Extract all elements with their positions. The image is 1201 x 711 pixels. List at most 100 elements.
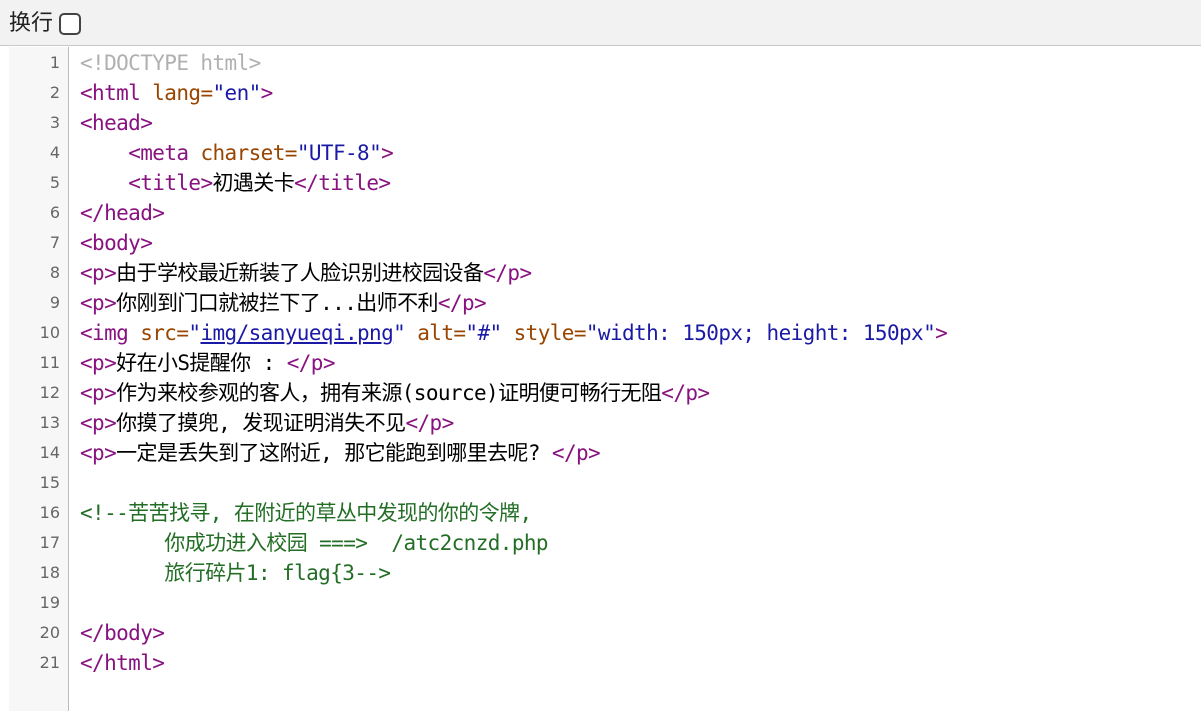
line-number: 14 <box>39 443 60 462</box>
code-comment: 你成功进入校园 ===> /atc2cnzd.php <box>80 531 548 555</box>
line-number: 5 <box>49 173 60 192</box>
code-attr: alt= <box>405 321 466 345</box>
source-line: 14 <p>一定是丢失到了这附近, 那它能跑到哪里去呢? </p> <box>0 438 1201 468</box>
code-tag: <p> <box>80 351 117 375</box>
line-code: <html lang="en"> <box>80 78 273 108</box>
line-number: 1 <box>49 53 60 72</box>
line-code: <p>由于学校最近新装了人脸识别进校园设备</p> <box>80 258 532 288</box>
source-line: 20 </body> <box>0 618 1201 648</box>
line-code: <!DOCTYPE html> <box>80 48 261 78</box>
line-code: <p>你摸了摸兜, 发现证明消失不见</p> <box>80 408 454 438</box>
source-line: 18 旅行碎片1: flag{3--> <box>0 558 1201 588</box>
source-line: 11 <p>好在小S提醒你 : </p> <box>0 348 1201 378</box>
line-number: 10 <box>39 323 60 342</box>
code-val: "width: 150px; height: 150px" <box>585 321 936 345</box>
source-line: 7 <body> <box>0 228 1201 258</box>
line-code: 旅行碎片1: flag{3--> <box>80 558 391 588</box>
line-number: 11 <box>39 353 60 372</box>
line-number: 8 <box>49 263 60 282</box>
source-line: 8 <p>由于学校最近新装了人脸识别进校园设备</p> <box>0 258 1201 288</box>
code-tag: </body> <box>80 621 165 645</box>
line-code: <head> <box>80 108 153 138</box>
line-number: 12 <box>39 383 60 402</box>
code-attr: style= <box>501 321 587 345</box>
line-number: 18 <box>39 563 60 582</box>
line-number: 7 <box>49 233 60 252</box>
line-code: <p>你刚到门口就被拦下了...出师不利</p> <box>80 288 487 318</box>
code-tag: <p> <box>80 441 117 465</box>
resource-link[interactable]: img/sanyueqi.png <box>200 321 393 345</box>
code-tag: <p> <box>80 291 117 315</box>
code-tag: </html> <box>80 651 165 675</box>
code-tag: > <box>935 321 948 345</box>
code-val: " <box>393 321 406 345</box>
source-line: 9 <p>你刚到门口就被拦下了...出师不利</p> <box>0 288 1201 318</box>
code-tag: <img <box>80 321 141 345</box>
line-number: 15 <box>39 473 60 492</box>
code-text: 由于学校最近新装了人脸识别进校园设备 <box>116 261 484 285</box>
line-number: 2 <box>49 83 60 102</box>
code-tag: <html <box>80 81 153 105</box>
code-attr: src= <box>140 321 189 345</box>
line-code: <title>初遇关卡</title> <box>80 168 391 198</box>
code-tag: <meta <box>128 141 201 165</box>
code-tag: </head> <box>80 201 165 225</box>
line-code: </body> <box>80 618 165 648</box>
code-text: 好在小S提醒你 : <box>116 351 287 375</box>
code-text: 作为来校参观的客人，拥有来源(source)证明便可畅行无阻 <box>116 381 662 405</box>
code-comment: 旅行碎片1: flag{3--> <box>80 561 391 585</box>
source-line: 1 <!DOCTYPE html> <box>0 48 1201 78</box>
code-tag: <p> <box>80 261 117 285</box>
line-number: 17 <box>39 533 60 552</box>
source-line: 6 </head> <box>0 198 1201 228</box>
line-number: 20 <box>39 623 60 642</box>
source-line: 10 <img src="img/sanyueqi.png" alt="#" st… <box>0 318 1201 348</box>
line-wrap-toggle[interactable]: 换行 <box>9 10 82 38</box>
source-line: 3 <head> <box>0 108 1201 138</box>
source-line: 4 <meta charset="UTF-8"> <box>0 138 1201 168</box>
source-line: 13 <p>你摸了摸兜, 发现证明消失不见</p> <box>0 408 1201 438</box>
code-tag: <p> <box>80 411 117 435</box>
code-tag: </p> <box>483 261 532 285</box>
code-tag: <title> <box>128 171 213 195</box>
line-number: 3 <box>49 113 60 132</box>
code-text: 初遇关卡 <box>212 171 295 195</box>
line-code: <p>一定是丢失到了这附近, 那它能跑到哪里去呢? </p> <box>80 438 601 468</box>
line-code: <meta charset="UTF-8"> <box>80 138 394 168</box>
code-val: "UTF-8" <box>296 141 382 165</box>
line-number: 19 <box>39 593 60 612</box>
code-tag: </p> <box>661 381 710 405</box>
line-code: <p>作为来校参观的客人，拥有来源(source)证明便可畅行无阻</p> <box>80 378 710 408</box>
code-tag: <p> <box>80 381 117 405</box>
code-tag: <head> <box>80 111 153 135</box>
source-line: 17 你成功进入校园 ===> /atc2cnzd.php <box>0 528 1201 558</box>
code-tag: <body> <box>80 231 153 255</box>
line-code: </head> <box>80 198 165 228</box>
line-code: <!--苦苦找寻, 在附近的草丛中发现的你的令牌, <box>80 498 532 528</box>
code-val: " <box>188 321 201 345</box>
source-line: 15 <box>0 468 1201 498</box>
line-number: 4 <box>49 143 60 162</box>
line-code: <p>好在小S提醒你 : </p> <box>80 348 336 378</box>
code-tag: </p> <box>551 441 601 465</box>
code-val: "#" <box>465 321 502 345</box>
code-text: 你摸了摸兜, 发现证明消失不见 <box>116 411 406 435</box>
code-text: 一定是丢失到了这附近, 那它能跑到哪里去呢? <box>116 441 552 465</box>
code-doctype: <!DOCTYPE html> <box>80 51 261 75</box>
source-line: 12 <p>作为来校参观的客人，拥有来源(source)证明便可畅行无阻</p> <box>0 378 1201 408</box>
line-number: 16 <box>39 503 60 522</box>
code-tag: </title> <box>294 171 391 195</box>
code-tag: </p> <box>437 291 487 315</box>
line-code: </html> <box>80 648 165 678</box>
source-line: 2 <html lang="en"> <box>0 78 1201 108</box>
line-wrap-checkbox[interactable] <box>59 13 82 35</box>
line-number: 21 <box>39 653 60 672</box>
toolbar: 换行 <box>0 0 1201 46</box>
code-tag: > <box>260 81 274 105</box>
code-tag: </p> <box>405 411 454 435</box>
line-wrap-label: 换行 <box>9 11 54 36</box>
source-line: 19 <box>0 588 1201 618</box>
source-viewer: 1 <!DOCTYPE html> 2 <html lang="en"> 3 <head>… <box>0 47 1201 711</box>
source-line: 21 </html> <box>0 648 1201 678</box>
